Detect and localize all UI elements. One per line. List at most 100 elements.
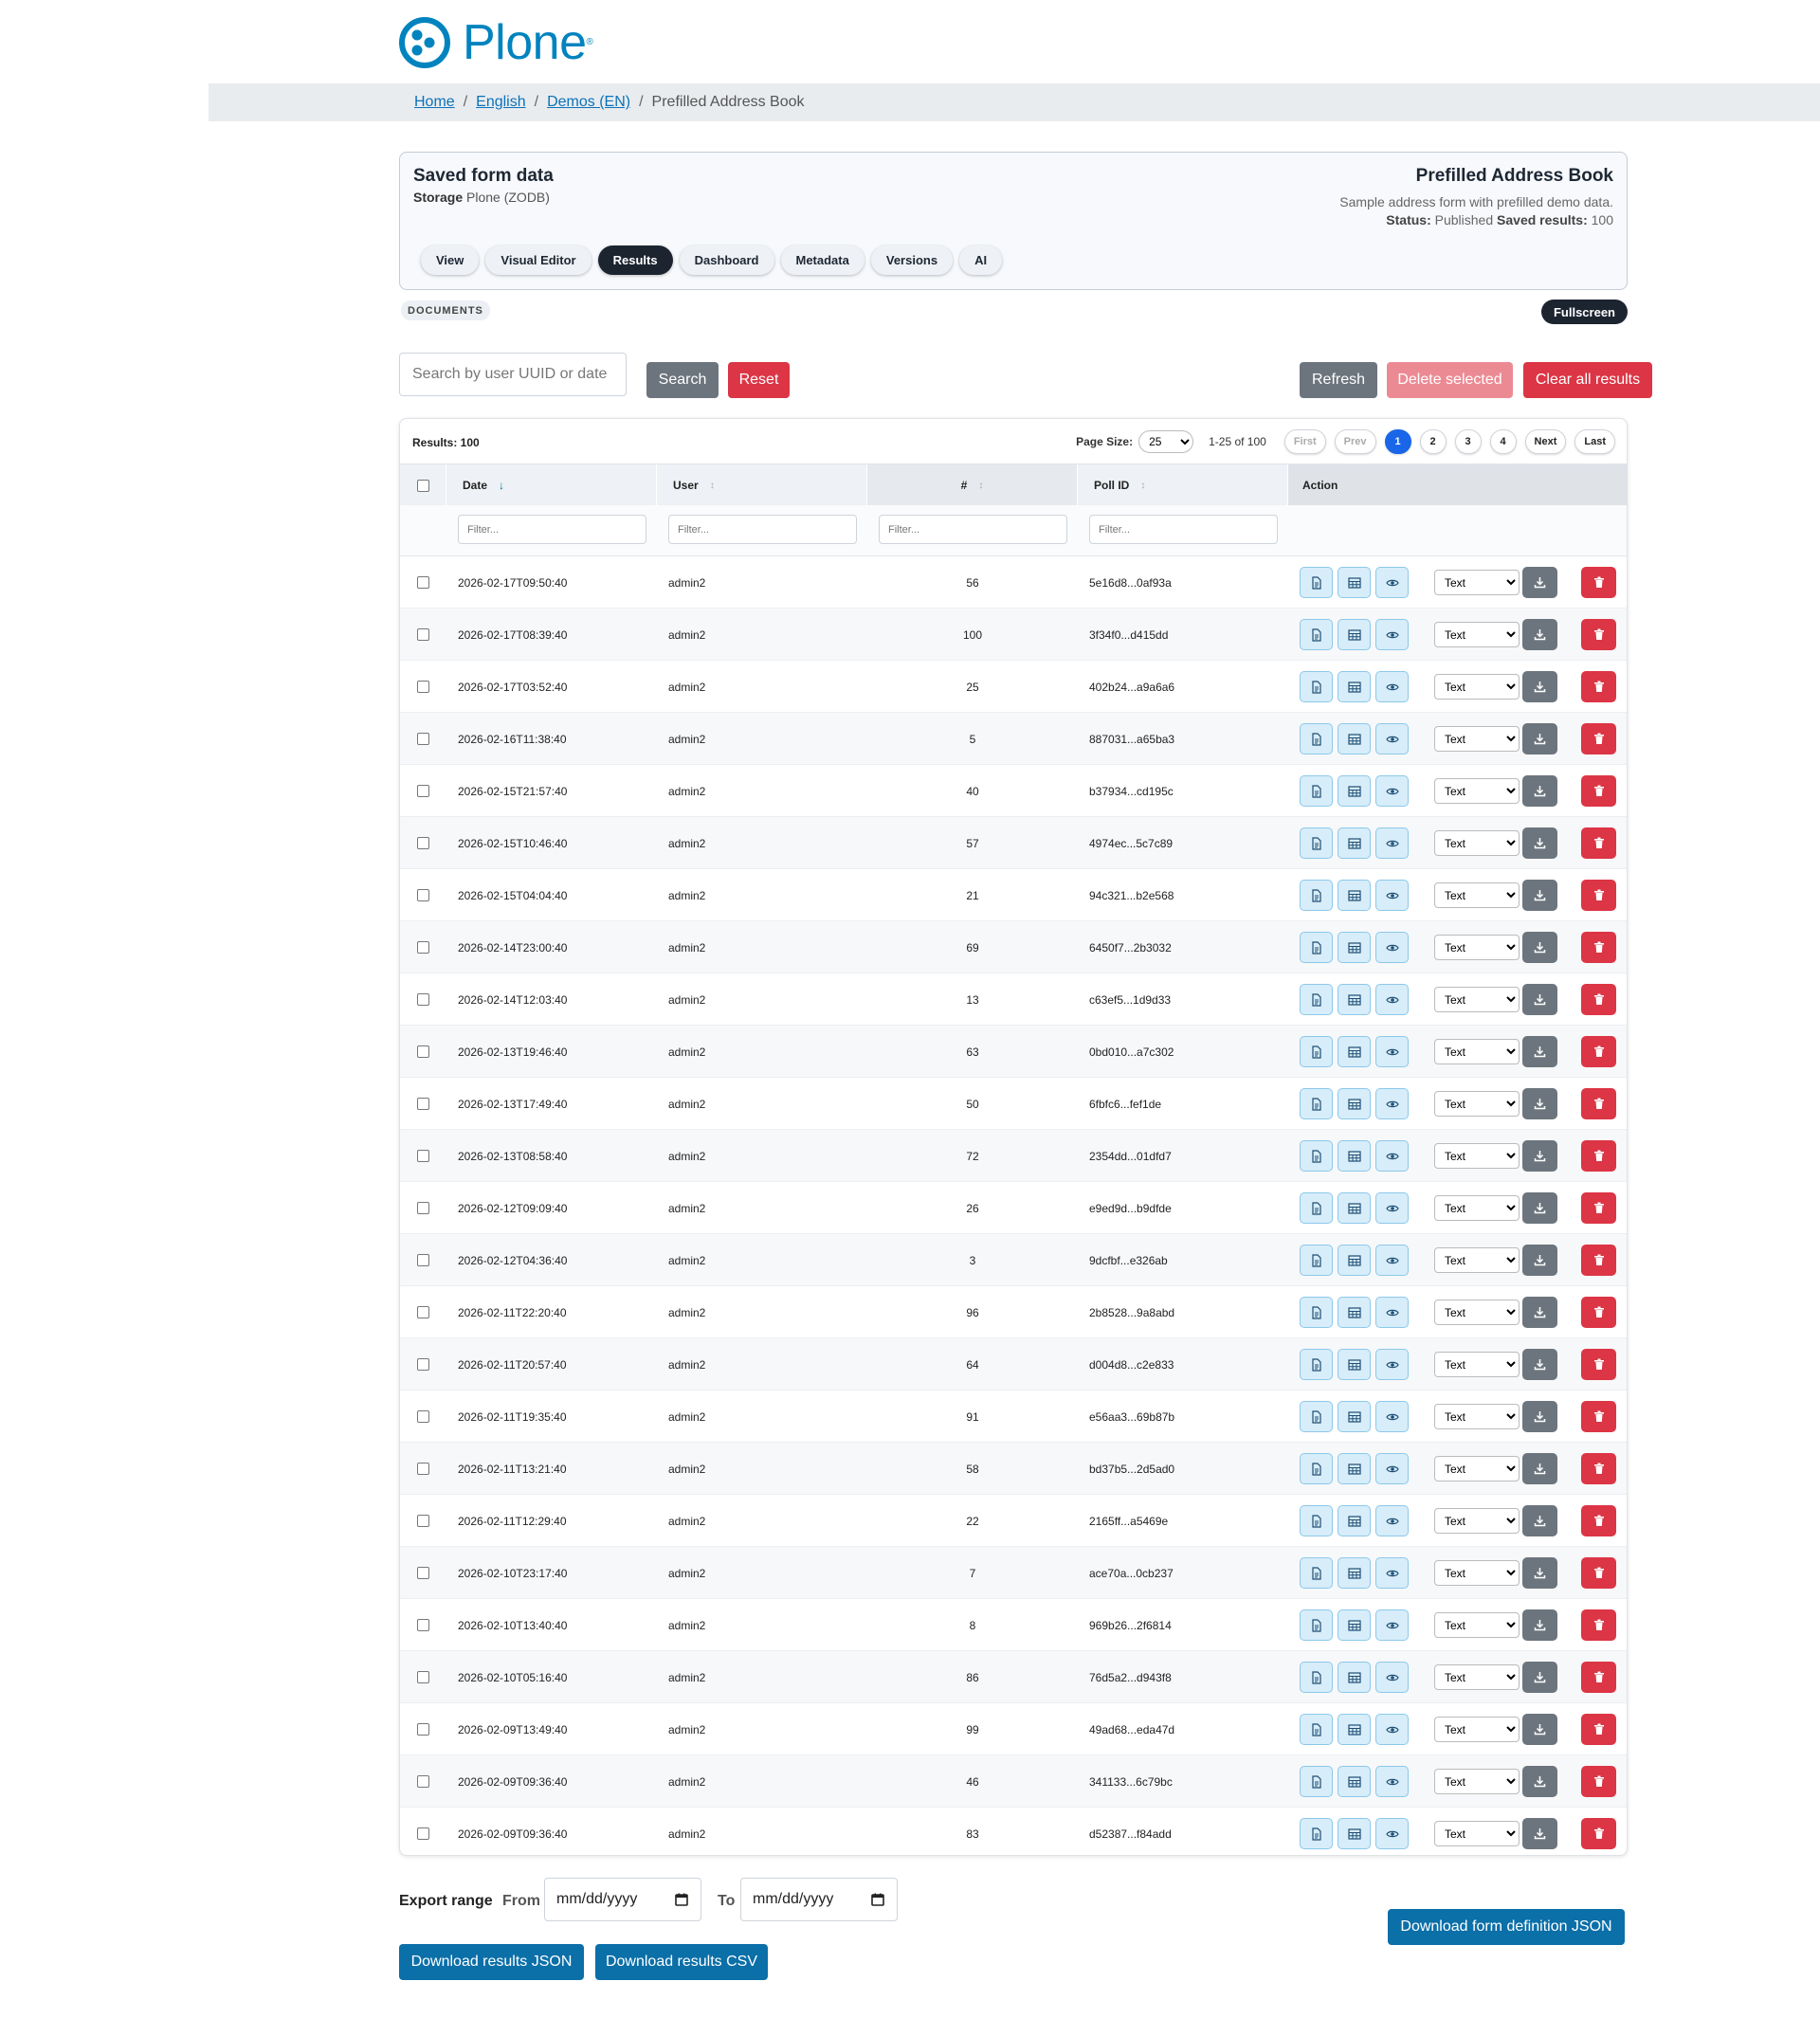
download-row-button[interactable] <box>1522 671 1557 702</box>
view-document-button[interactable] <box>1300 1401 1333 1432</box>
view-table-button[interactable] <box>1338 775 1371 807</box>
plone-logo[interactable]: Plone ® <box>398 14 593 71</box>
download-row-button[interactable] <box>1522 827 1557 859</box>
delete-row-button[interactable] <box>1581 1766 1616 1797</box>
view-document-button[interactable] <box>1300 1662 1333 1693</box>
preview-button[interactable] <box>1375 932 1409 963</box>
download-row-button[interactable] <box>1522 984 1557 1015</box>
row-checkbox[interactable] <box>417 1045 429 1058</box>
view-table-button[interactable] <box>1338 723 1371 754</box>
view-table-button[interactable] <box>1338 1140 1371 1172</box>
download-row-button[interactable] <box>1522 1401 1557 1432</box>
delete-row-button[interactable] <box>1581 775 1616 807</box>
preview-button[interactable] <box>1375 1245 1409 1276</box>
view-document-button[interactable] <box>1300 827 1333 859</box>
row-checkbox[interactable] <box>417 681 429 693</box>
view-table-button[interactable] <box>1338 1453 1371 1484</box>
download-row-button[interactable] <box>1522 1714 1557 1745</box>
refresh-button[interactable]: Refresh <box>1300 362 1377 398</box>
download-row-button[interactable] <box>1522 932 1557 963</box>
view-table-button[interactable] <box>1338 1349 1371 1380</box>
filter-user-input[interactable] <box>668 515 857 544</box>
download-row-button[interactable] <box>1522 1349 1557 1380</box>
view-table-button[interactable] <box>1338 880 1371 911</box>
row-checkbox[interactable] <box>417 1306 429 1318</box>
tab-view[interactable]: View <box>421 245 480 275</box>
view-document-button[interactable] <box>1300 567 1333 598</box>
reset-button[interactable]: Reset <box>728 362 790 398</box>
row-checkbox[interactable] <box>417 1827 429 1840</box>
tab-dashboard[interactable]: Dashboard <box>679 245 774 275</box>
export-format-select[interactable]: Text <box>1434 1456 1520 1482</box>
delete-row-button[interactable] <box>1581 827 1616 859</box>
delete-row-button[interactable] <box>1581 619 1616 650</box>
preview-button[interactable] <box>1375 1662 1409 1693</box>
delete-row-button[interactable] <box>1581 984 1616 1015</box>
download-row-button[interactable] <box>1522 1245 1557 1276</box>
preview-button[interactable] <box>1375 1401 1409 1432</box>
view-document-button[interactable] <box>1300 1818 1333 1849</box>
view-document-button[interactable] <box>1300 1714 1333 1745</box>
row-checkbox[interactable] <box>417 1358 429 1371</box>
view-document-button[interactable] <box>1300 1297 1333 1328</box>
export-format-select[interactable]: Text <box>1434 830 1520 856</box>
view-document-button[interactable] <box>1300 1245 1333 1276</box>
preview-button[interactable] <box>1375 1088 1409 1119</box>
preview-button[interactable] <box>1375 619 1409 650</box>
download-form-definition-button[interactable]: Download form definition JSON <box>1388 1909 1625 1945</box>
view-table-button[interactable] <box>1338 1297 1371 1328</box>
download-row-button[interactable] <box>1522 1557 1557 1589</box>
row-checkbox[interactable] <box>417 1671 429 1683</box>
calendar-icon[interactable] <box>870 1892 885 1907</box>
view-document-button[interactable] <box>1300 723 1333 754</box>
export-format-select[interactable]: Text <box>1434 1769 1520 1794</box>
row-checkbox[interactable] <box>417 628 429 641</box>
view-table-button[interactable] <box>1338 567 1371 598</box>
row-checkbox[interactable] <box>417 785 429 797</box>
breadcrumb-english[interactable]: English <box>476 94 525 111</box>
export-format-select[interactable]: Text <box>1434 726 1520 752</box>
preview-button[interactable] <box>1375 723 1409 754</box>
clear-all-results-button[interactable]: Clear all results <box>1523 362 1652 398</box>
download-row-button[interactable] <box>1522 723 1557 754</box>
delete-row-button[interactable] <box>1581 1609 1616 1641</box>
preview-button[interactable] <box>1375 1505 1409 1536</box>
calendar-icon[interactable] <box>674 1892 689 1907</box>
export-format-select[interactable]: Text <box>1434 1091 1520 1117</box>
export-format-select[interactable]: Text <box>1434 1821 1520 1846</box>
page-1-button[interactable]: 1 <box>1384 429 1411 454</box>
from-date-input[interactable]: mm/dd/yyyy <box>544 1878 701 1921</box>
view-document-button[interactable] <box>1300 775 1333 807</box>
export-format-select[interactable]: Text <box>1434 1664 1520 1690</box>
export-format-select[interactable]: Text <box>1434 1247 1520 1273</box>
view-document-button[interactable] <box>1300 880 1333 911</box>
download-row-button[interactable] <box>1522 1766 1557 1797</box>
preview-button[interactable] <box>1375 1818 1409 1849</box>
view-table-button[interactable] <box>1338 1818 1371 1849</box>
row-checkbox[interactable] <box>417 1515 429 1527</box>
column-user[interactable]: User ↕ <box>657 464 867 506</box>
preview-button[interactable] <box>1375 671 1409 702</box>
tab-metadata[interactable]: Metadata <box>780 245 864 275</box>
page-3-button[interactable]: 3 <box>1454 429 1482 454</box>
export-format-select[interactable]: Text <box>1434 622 1520 647</box>
preview-button[interactable] <box>1375 1453 1409 1484</box>
row-checkbox[interactable] <box>417 1202 429 1214</box>
row-checkbox[interactable] <box>417 1723 429 1736</box>
view-document-button[interactable] <box>1300 1036 1333 1067</box>
export-format-select[interactable]: Text <box>1434 1143 1520 1169</box>
export-format-select[interactable]: Text <box>1434 1560 1520 1586</box>
view-document-button[interactable] <box>1300 619 1333 650</box>
delete-row-button[interactable] <box>1581 1036 1616 1067</box>
view-table-button[interactable] <box>1338 932 1371 963</box>
prev-page-button[interactable]: Prev <box>1334 429 1376 454</box>
export-format-select[interactable]: Text <box>1434 882 1520 908</box>
row-checkbox[interactable] <box>417 1463 429 1475</box>
download-row-button[interactable] <box>1522 1453 1557 1484</box>
preview-button[interactable] <box>1375 1192 1409 1224</box>
row-checkbox[interactable] <box>417 733 429 745</box>
export-format-select[interactable]: Text <box>1434 1195 1520 1221</box>
row-checkbox[interactable] <box>417 993 429 1006</box>
row-checkbox[interactable] <box>417 837 429 849</box>
preview-button[interactable] <box>1375 1766 1409 1797</box>
